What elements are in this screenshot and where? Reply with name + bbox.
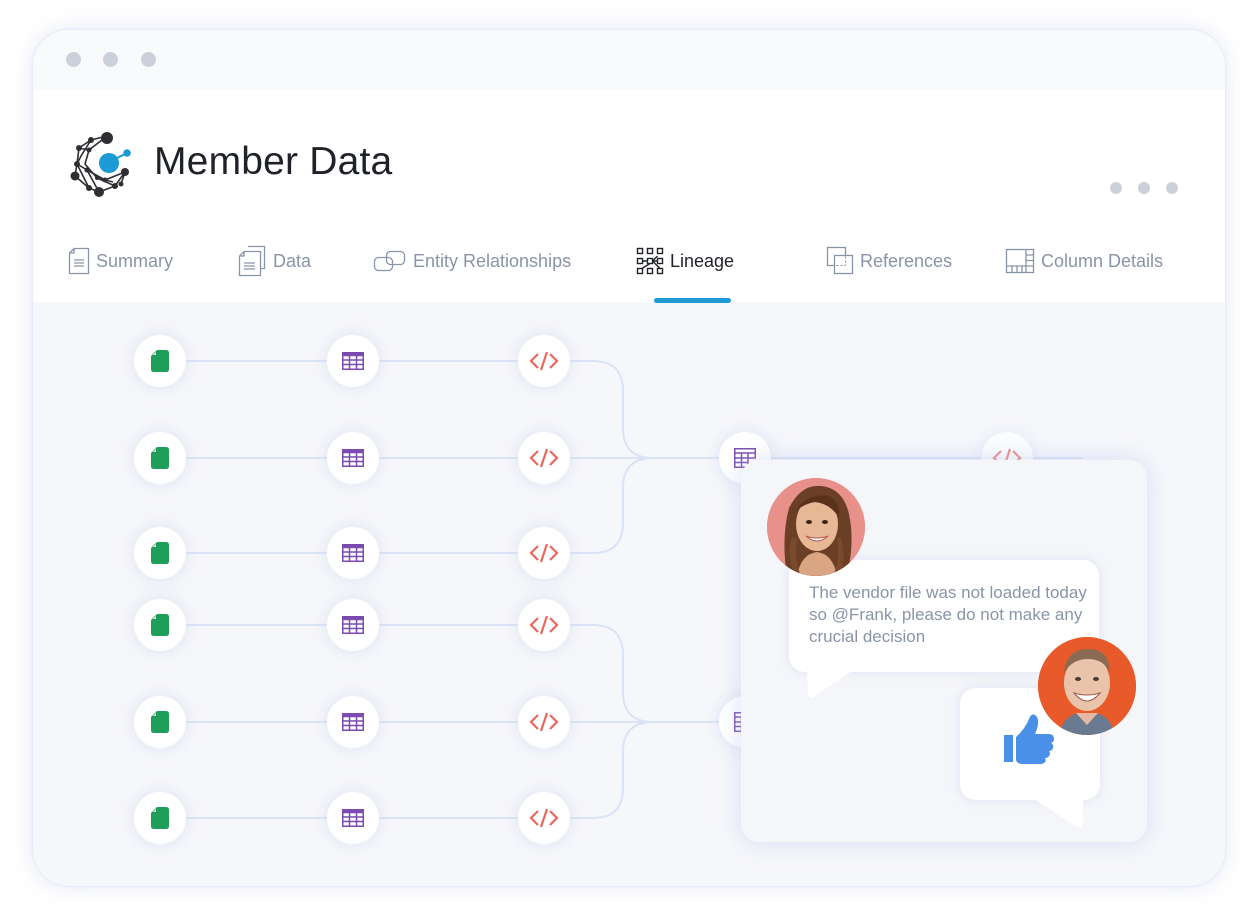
tab-data[interactable]: Data <box>237 243 311 279</box>
table-node[interactable] <box>327 432 379 484</box>
window-control-minimize[interactable] <box>103 52 118 67</box>
link-icon <box>373 250 406 272</box>
code-icon <box>529 712 559 732</box>
lineage-icon <box>636 247 664 275</box>
transform-code-node[interactable] <box>518 599 570 651</box>
more-dot <box>1138 182 1150 194</box>
document-icon <box>68 247 90 275</box>
source-file-node[interactable] <box>134 792 186 844</box>
column-details-icon <box>1005 248 1035 274</box>
code-icon <box>529 448 559 468</box>
transform-code-node[interactable] <box>518 527 570 579</box>
more-dot <box>1166 182 1178 194</box>
message-text: The vendor file was not loaded today so … <box>809 583 1087 646</box>
window-control-maximize[interactable] <box>141 52 156 67</box>
man-avatar[interactable] <box>1038 637 1136 735</box>
edge <box>568 457 654 554</box>
tab-summary[interactable]: Summary <box>68 243 173 279</box>
tab-label: Summary <box>96 250 174 271</box>
tab-label: Lineage <box>670 250 735 271</box>
edge <box>568 360 654 459</box>
page-title: Member Data <box>154 140 393 183</box>
file-icon <box>151 807 169 829</box>
tab-label: References <box>860 250 953 271</box>
transform-code-node[interactable] <box>518 335 570 387</box>
file-icon <box>151 711 169 733</box>
more-options-button[interactable] <box>1103 170 1183 206</box>
transform-code-node[interactable] <box>518 792 570 844</box>
source-file-node[interactable] <box>134 432 186 484</box>
code-icon <box>529 351 559 371</box>
window-titlebar <box>33 30 1225 90</box>
file-icon <box>151 614 169 636</box>
tab-label: Data <box>273 250 312 271</box>
code-icon <box>529 543 559 563</box>
file-icon <box>151 447 169 469</box>
file-icon <box>151 542 169 564</box>
more-dot <box>1110 182 1122 194</box>
table-node[interactable] <box>327 599 379 651</box>
window-control-close[interactable] <box>66 52 81 67</box>
file-icon <box>151 350 169 372</box>
tab-lineage[interactable]: Lineage <box>636 243 734 279</box>
reply-bubble-tail <box>1027 794 1083 828</box>
table-icon <box>342 713 364 731</box>
tab-entity-relationships[interactable]: Entity Relationships <box>373 243 571 279</box>
source-file-node[interactable] <box>134 599 186 651</box>
transform-code-node[interactable] <box>518 696 570 748</box>
table-icon <box>342 809 364 827</box>
documents-icon <box>238 245 266 277</box>
source-file-node[interactable] <box>134 696 186 748</box>
code-icon <box>529 615 559 635</box>
edge <box>568 624 654 723</box>
comment-panel: The vendor file was not loaded today so … <box>741 460 1147 842</box>
table-icon <box>342 544 364 562</box>
lineage-canvas: The vendor file was not loaded today so … <box>33 302 1225 886</box>
transform-code-node[interactable] <box>518 432 570 484</box>
tab-label: Entity Relationships <box>413 250 572 271</box>
source-file-node[interactable] <box>134 527 186 579</box>
source-file-node[interactable] <box>134 335 186 387</box>
woman-avatar-image <box>767 478 865 576</box>
references-icon <box>826 246 854 275</box>
table-node[interactable] <box>327 527 379 579</box>
network-logo-icon <box>70 132 131 197</box>
table-node[interactable] <box>327 792 379 844</box>
page-header: Member Data Summary Data Entity Relation… <box>33 90 1225 303</box>
thumbs-up-icon[interactable] <box>1003 713 1057 767</box>
edge <box>568 721 654 819</box>
table-icon <box>342 352 364 370</box>
tab-column-details[interactable]: Column Details <box>1005 243 1163 279</box>
woman-avatar[interactable] <box>767 478 865 576</box>
app-window: Member Data Summary Data Entity Relation… <box>33 30 1225 886</box>
table-icon <box>342 449 364 467</box>
tab-label: Column Details <box>1041 250 1164 271</box>
table-node[interactable] <box>327 335 379 387</box>
table-icon <box>342 616 364 634</box>
man-avatar-image <box>1038 637 1136 735</box>
code-icon <box>529 808 559 828</box>
table-node[interactable] <box>327 696 379 748</box>
message-bubble-tail <box>807 666 859 698</box>
tab-references[interactable]: References <box>826 243 952 279</box>
